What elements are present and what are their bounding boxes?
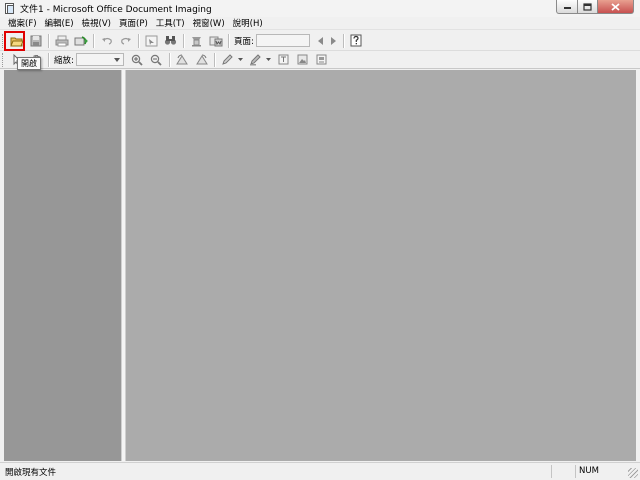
open-button[interactable] bbox=[8, 33, 25, 49]
toolbar-separator bbox=[48, 33, 49, 48]
menu-help[interactable]: 說明(H) bbox=[229, 17, 267, 29]
print-icon bbox=[55, 35, 68, 46]
select-icon bbox=[145, 35, 158, 46]
minimize-button[interactable] bbox=[556, 0, 578, 14]
menu-page[interactable]: 頁面(P) bbox=[115, 17, 152, 29]
highlighter-button[interactable] bbox=[247, 52, 264, 68]
rotate-left-icon bbox=[175, 54, 188, 65]
window-title: 文件1 - Microsoft Office Document Imaging bbox=[20, 5, 212, 15]
resize-grip[interactable] bbox=[628, 468, 638, 478]
help-icon bbox=[350, 34, 362, 47]
annotation-icon bbox=[316, 54, 327, 65]
send-to-word-icon bbox=[209, 36, 222, 46]
document-page-pane[interactable] bbox=[126, 70, 636, 461]
send-to-word-button[interactable] bbox=[207, 33, 224, 49]
toolbar-separator bbox=[168, 52, 170, 67]
title-bar: 文件1 - Microsoft Office Document Imaging bbox=[0, 0, 640, 17]
menu-bar: 檔案(F) 編輯(E) 檢視(V) 頁面(P) 工具(T) 視窗(W) 說明(H… bbox=[0, 17, 640, 30]
insert-picture-button[interactable] bbox=[294, 52, 311, 68]
page-label: 頁面: bbox=[234, 36, 254, 47]
zoom-combobox[interactable] bbox=[75, 53, 124, 66]
minimize-icon bbox=[563, 6, 571, 9]
menu-view[interactable]: 檢視(V) bbox=[78, 17, 115, 29]
close-icon bbox=[611, 2, 620, 11]
maximize-button[interactable] bbox=[578, 0, 598, 14]
toolbar-separator bbox=[213, 52, 215, 67]
page-thumbnail-pane[interactable] bbox=[4, 70, 121, 461]
highlighter-dropdown[interactable] bbox=[265, 52, 272, 68]
zoom-in-button[interactable] bbox=[129, 52, 146, 68]
next-page-icon bbox=[330, 36, 336, 45]
save-button[interactable] bbox=[27, 33, 44, 49]
zoom-in-icon bbox=[132, 54, 144, 66]
menu-tools[interactable]: 工具(T) bbox=[152, 17, 189, 29]
toolbar-separator bbox=[48, 52, 49, 67]
next-page-button[interactable] bbox=[328, 33, 339, 49]
toolbar-separator bbox=[138, 33, 139, 48]
save-icon bbox=[30, 35, 41, 46]
ocr-icon bbox=[192, 36, 201, 46]
maximize-icon bbox=[583, 2, 592, 11]
text-box-button[interactable] bbox=[275, 52, 292, 68]
zoom-toolbar: 縮放: bbox=[0, 51, 640, 69]
pen-icon bbox=[222, 53, 234, 65]
menu-file[interactable]: 檔案(F) bbox=[4, 17, 41, 29]
page-number-input[interactable] bbox=[255, 34, 310, 47]
toolbar-grip[interactable] bbox=[2, 33, 5, 48]
toolbar-separator bbox=[93, 33, 94, 48]
zoom-label: 縮放: bbox=[54, 55, 74, 66]
send-icon bbox=[74, 35, 87, 45]
menu-edit[interactable]: 編輯(E) bbox=[41, 17, 78, 29]
redo-button[interactable] bbox=[117, 33, 134, 49]
menu-window[interactable]: 視窗(W) bbox=[189, 17, 229, 29]
chevron-down-icon bbox=[237, 58, 243, 61]
rotate-right-icon bbox=[195, 54, 208, 65]
toolbar-grip[interactable] bbox=[2, 52, 5, 67]
select-button[interactable] bbox=[143, 33, 160, 49]
tooltip: 開啟 bbox=[17, 57, 41, 70]
rotate-right-button[interactable] bbox=[193, 52, 210, 68]
ocr-button[interactable] bbox=[188, 33, 205, 49]
zoom-out-icon bbox=[151, 54, 163, 66]
toolbar-separator bbox=[342, 33, 344, 48]
status-num-indicator: NUM bbox=[575, 465, 625, 478]
redo-icon bbox=[120, 37, 131, 45]
chevron-down-icon bbox=[265, 58, 271, 61]
text-box-icon bbox=[278, 54, 289, 65]
annotation-toggle-button[interactable] bbox=[313, 52, 330, 68]
find-button[interactable] bbox=[162, 33, 179, 49]
app-icon[interactable] bbox=[4, 2, 16, 15]
zoom-out-button[interactable] bbox=[148, 52, 165, 68]
help-button[interactable] bbox=[348, 33, 365, 49]
prev-page-icon bbox=[317, 36, 323, 45]
toolbar-separator bbox=[228, 33, 229, 48]
chevron-down-icon[interactable] bbox=[113, 55, 122, 64]
highlighter-icon bbox=[250, 53, 262, 65]
folder-open-icon bbox=[9, 37, 24, 46]
send-button[interactable] bbox=[72, 33, 89, 49]
binoculars-icon bbox=[164, 36, 177, 45]
prev-page-button[interactable] bbox=[315, 33, 326, 49]
status-bar: 開啟現有文件 NUM bbox=[0, 462, 640, 480]
pen-dropdown[interactable] bbox=[237, 52, 244, 68]
standard-toolbar: 頁面: bbox=[0, 31, 640, 51]
toolbar-separator bbox=[183, 33, 184, 48]
undo-icon bbox=[101, 37, 112, 45]
window-controls bbox=[556, 0, 634, 15]
rotate-left-button[interactable] bbox=[174, 52, 191, 68]
pen-button[interactable] bbox=[219, 52, 236, 68]
close-button[interactable] bbox=[598, 0, 634, 14]
picture-icon bbox=[297, 54, 308, 65]
status-message: 開啟現有文件 bbox=[5, 467, 57, 478]
status-cell-blank bbox=[551, 465, 575, 478]
print-button[interactable] bbox=[53, 33, 70, 49]
undo-button[interactable] bbox=[98, 33, 115, 49]
